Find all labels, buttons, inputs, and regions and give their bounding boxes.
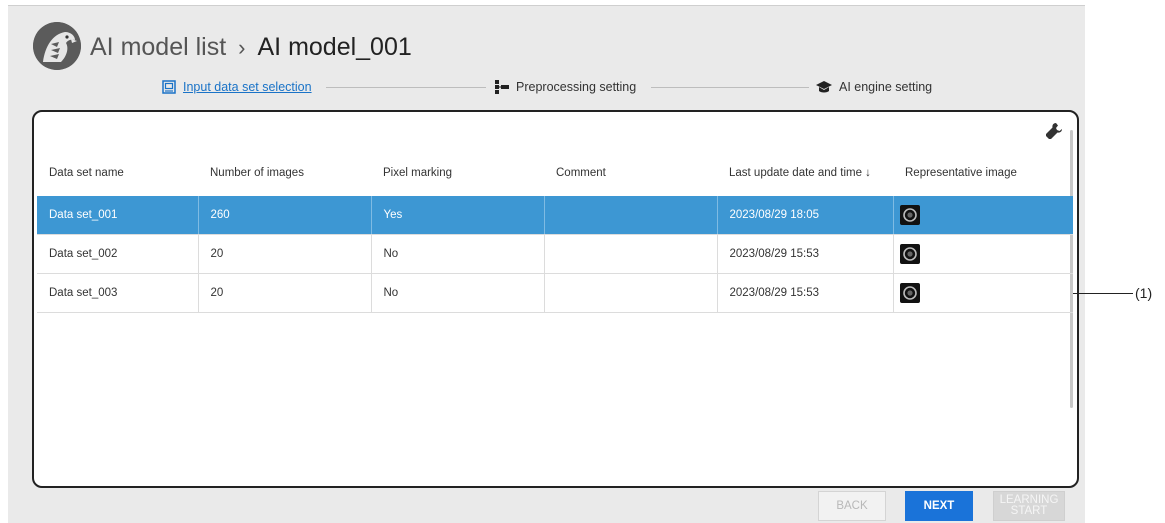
step-indicator: Input data set selection Preprocessing s… — [8, 77, 1085, 97]
column-header-representative-image[interactable]: Representative image — [893, 149, 1073, 196]
step-connector — [651, 87, 809, 88]
table-header-row: Data set name Number of images Pixel mar… — [37, 149, 1073, 196]
image-icon — [162, 80, 176, 94]
callout-label: (1) — [1135, 285, 1153, 301]
table-row[interactable]: Data set_002 20 No 2023/08/29 15:53 — [37, 234, 1073, 274]
step-input-data-set[interactable]: Input data set selection — [162, 77, 312, 97]
cell-representative-image — [892, 234, 1073, 274]
cell-pixel-marking: No — [370, 273, 544, 313]
step-connector — [326, 87, 486, 88]
cell-pixel-marking: No — [370, 234, 544, 274]
step-label: AI engine setting — [839, 80, 933, 94]
wrench-icon[interactable] — [1045, 122, 1063, 145]
breadcrumb-separator: › — [238, 35, 246, 60]
column-header-last-update[interactable]: Last update date and time ↓ — [717, 149, 893, 196]
table-row[interactable]: Data set_003 20 No 2023/08/29 15:53 — [37, 273, 1073, 313]
column-header-images[interactable]: Number of images — [198, 149, 371, 196]
column-header-name[interactable]: Data set name — [37, 149, 198, 196]
cell-representative-image — [892, 196, 1073, 235]
cell-comment — [543, 196, 717, 235]
cell-name: Data set_003 — [37, 273, 198, 313]
cell-updated: 2023/08/29 15:53 — [716, 234, 893, 274]
top-border — [8, 5, 1085, 6]
cell-name: Data set_001 — [37, 196, 198, 235]
cell-representative-image — [892, 273, 1073, 313]
cell-comment — [543, 273, 717, 313]
data-set-panel: Data set name Number of images Pixel mar… — [32, 110, 1079, 488]
back-button[interactable]: BACK — [818, 491, 886, 521]
thumbnail-image — [899, 283, 920, 303]
cell-updated: 2023/08/29 18:05 — [716, 196, 893, 235]
cell-images: 20 — [197, 234, 371, 274]
column-header-comment[interactable]: Comment — [544, 149, 717, 196]
cell-images: 20 — [197, 273, 371, 313]
thumbnail-image — [899, 205, 920, 225]
learning-start-button[interactable]: LEARNING START — [993, 491, 1065, 521]
falcon-logo-icon — [33, 22, 81, 70]
step-label[interactable]: Input data set selection — [183, 80, 312, 94]
learning-start-label-line2: START — [1010, 505, 1048, 517]
cell-pixel-marking: Yes — [370, 196, 544, 235]
breadcrumb-current: AI model_001 — [257, 33, 412, 61]
step-preprocessing[interactable]: Preprocessing setting — [495, 77, 636, 97]
app-window: AI model list › AI model_001 Input data se… — [8, 5, 1085, 523]
data-set-table: Data set name Number of images Pixel mar… — [37, 149, 1073, 313]
callout-line — [1073, 293, 1133, 294]
next-button[interactable]: NEXT — [905, 491, 973, 521]
table-row[interactable]: Data set_001 260 Yes 2023/08/29 18:05 — [37, 196, 1073, 235]
cell-images: 260 — [197, 196, 371, 235]
column-header-pixel-marking[interactable]: Pixel marking — [371, 149, 544, 196]
thumbnail-image — [899, 244, 920, 264]
graduation-cap-icon — [816, 81, 832, 93]
step-label: Preprocessing setting — [516, 80, 637, 94]
step-ai-engine[interactable]: AI engine setting — [816, 77, 932, 97]
flow-icon — [495, 80, 509, 94]
cell-name: Data set_002 — [37, 234, 198, 274]
breadcrumb-root[interactable]: AI model list — [90, 33, 226, 61]
cell-comment — [543, 234, 717, 274]
cell-updated: 2023/08/29 15:53 — [716, 273, 893, 313]
page-title: AI model list › AI model_001 — [90, 30, 412, 65]
